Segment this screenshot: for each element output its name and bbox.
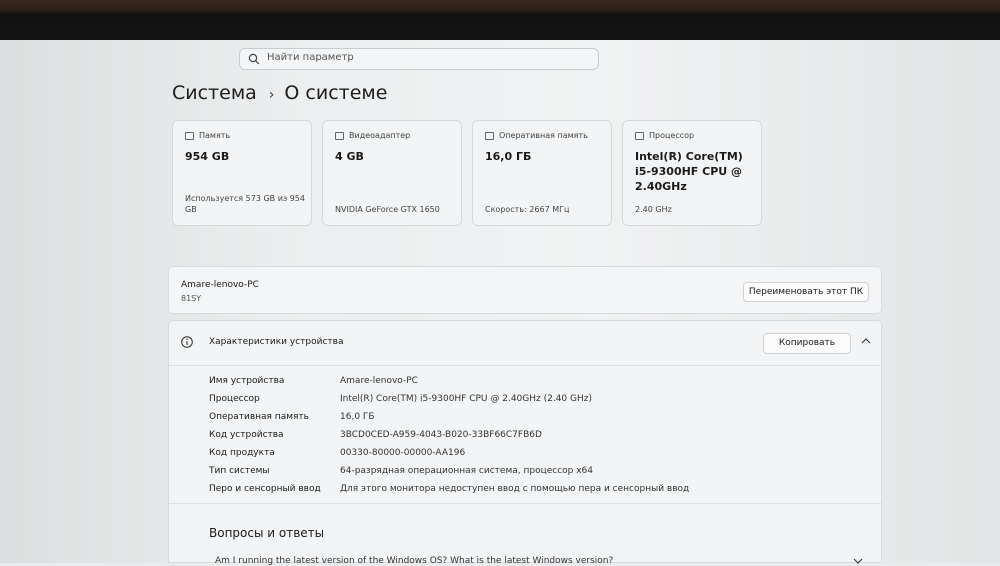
device-name: Amare-lenovo-PC bbox=[181, 280, 259, 290]
card-detail: Используется 573 GB из 954 GB bbox=[185, 194, 305, 214]
spec-key: Перо и сенсорный ввод bbox=[209, 484, 321, 494]
spec-row: Тип системы 64-разрядная операционная си… bbox=[209, 466, 593, 480]
gpu-card[interactable]: Видеоадаптер 4 GB NVIDIA GeForce GTX 165… bbox=[322, 120, 462, 226]
card-value: 954 GB bbox=[185, 150, 230, 163]
spec-key: Код продукта bbox=[209, 448, 275, 458]
spec-key: Процессор bbox=[209, 394, 260, 404]
card-label: Память bbox=[199, 131, 231, 140]
card-label: Оперативная память bbox=[499, 131, 588, 140]
spec-row: Имя устройства Amare-lenovo-PC bbox=[209, 376, 418, 390]
chevron-up-icon[interactable] bbox=[861, 337, 871, 345]
spec-row: Оперативная память 16,0 ГБ bbox=[209, 412, 375, 426]
ram-icon bbox=[485, 131, 494, 140]
spec-value: 3BCD0CED-A959-4043-B020-33BF66C7FB6D bbox=[340, 430, 542, 440]
search-icon bbox=[248, 53, 260, 65]
card-detail: 2.40 GHz bbox=[635, 205, 672, 214]
spec-row: Код устройства 3BCD0CED-A959-4043-B020-3… bbox=[209, 430, 542, 444]
gpu-icon bbox=[335, 131, 344, 140]
spec-key: Код устройства bbox=[209, 430, 284, 440]
breadcrumb-parent[interactable]: Система bbox=[172, 82, 257, 104]
spec-key: Имя устройства bbox=[209, 376, 285, 386]
card-value: 16,0 ГБ bbox=[485, 150, 532, 163]
divider bbox=[169, 365, 881, 366]
device-name-panel: Amare-lenovo-PC 81SY Переименовать этот … bbox=[168, 266, 882, 314]
cpu-card[interactable]: Процессор Intel(R) Core(TM) i5-9300HF CP… bbox=[622, 120, 762, 226]
ram-card[interactable]: Оперативная память 16,0 ГБ Скорость: 266… bbox=[472, 120, 612, 226]
faq-title: Вопросы и ответы bbox=[209, 526, 325, 540]
info-icon bbox=[181, 336, 193, 348]
spec-key: Оперативная память bbox=[209, 412, 309, 422]
card-detail: NVIDIA GeForce GTX 1650 bbox=[335, 205, 440, 214]
spec-row: Перо и сенсорный ввод Для этого монитора… bbox=[209, 484, 689, 498]
specs-title: Характеристики устройства bbox=[209, 337, 344, 347]
spec-value: Intel(R) Core(TM) i5-9300HF CPU @ 2.40GH… bbox=[340, 394, 592, 404]
card-value: 4 GB bbox=[335, 150, 364, 163]
faq-question[interactable]: Am I running the latest version of the W… bbox=[215, 556, 613, 566]
chevron-right-icon: › bbox=[268, 87, 275, 103]
spec-key: Тип системы bbox=[209, 466, 270, 476]
rename-pc-button[interactable]: Переименовать этот ПК bbox=[743, 282, 869, 302]
search-placeholder: Найти параметр bbox=[267, 52, 354, 63]
spec-row: Процессор Intel(R) Core(TM) i5-9300HF CP… bbox=[209, 394, 592, 408]
card-value: Intel(R) Core(TM) i5-9300HF CPU @ 2.40GH… bbox=[635, 150, 743, 193]
monitor-bezel bbox=[0, 0, 1000, 40]
page-title: Система › О системе bbox=[172, 82, 387, 104]
card-label: Процессор bbox=[649, 131, 695, 140]
spec-value: 00330-80000-00000-AA196 bbox=[340, 448, 466, 458]
spec-value: Для этого монитора недоступен ввод с пом… bbox=[340, 484, 690, 494]
spec-value: 16,0 ГБ bbox=[340, 412, 375, 422]
device-model: 81SY bbox=[181, 294, 202, 303]
cpu-icon bbox=[635, 131, 644, 140]
chevron-down-icon[interactable] bbox=[853, 558, 863, 564]
device-specs-panel: Характеристики устройства Копировать Имя… bbox=[168, 320, 882, 566]
spec-row: Код продукта 00330-80000-00000-AA196 bbox=[209, 448, 465, 462]
spec-value: Amare-lenovo-PC bbox=[340, 376, 418, 386]
search-box[interactable]: Найти параметр bbox=[239, 48, 599, 70]
spec-value: 64-разрядная операционная система, проце… bbox=[340, 466, 594, 476]
storage-icon bbox=[185, 131, 194, 140]
divider bbox=[169, 503, 881, 504]
specs-header[interactable]: Характеристики устройства Копировать bbox=[169, 321, 881, 365]
card-detail: Скорость: 2667 МГц bbox=[485, 205, 570, 214]
copy-button[interactable]: Копировать bbox=[763, 333, 851, 354]
card-label: Видеоадаптер bbox=[349, 131, 411, 140]
storage-card[interactable]: Память 954 GB Используется 573 GB из 954… bbox=[172, 120, 312, 226]
breadcrumb-current: О системе bbox=[284, 82, 388, 104]
